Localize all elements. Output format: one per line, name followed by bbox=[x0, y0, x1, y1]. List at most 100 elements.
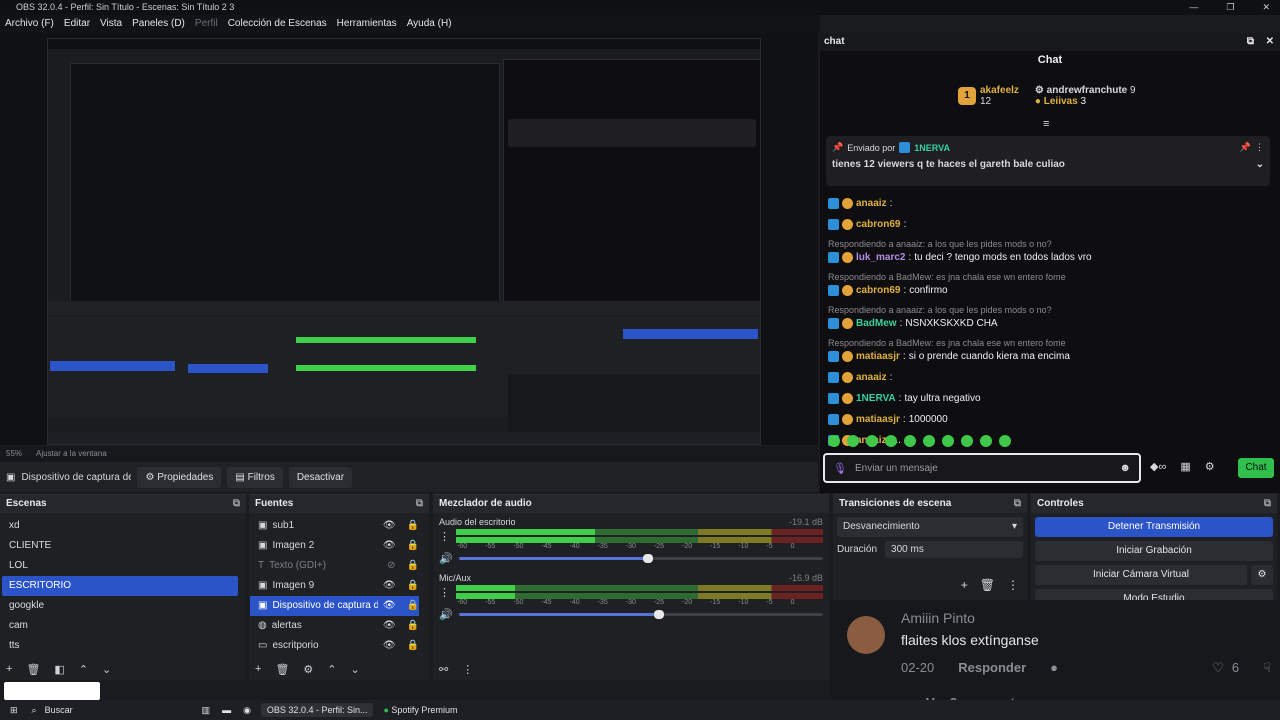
chat-message[interactable]: matiaasjr:1000000 bbox=[828, 412, 1268, 427]
chat-username[interactable]: anaaiz bbox=[856, 196, 887, 211]
chat-message[interactable]: anaaiz: bbox=[828, 370, 1268, 385]
chat-message[interactable]: Respondiendo a anaaiz: a los que les pid… bbox=[828, 238, 1268, 265]
properties-button[interactable]: ⚙ Propiedades bbox=[137, 466, 222, 488]
source-item[interactable]: ◍ alertas 👁 🔒 bbox=[250, 616, 419, 636]
kebab-icon[interactable]: ⋮ bbox=[1255, 142, 1264, 153]
source-item[interactable]: ▣ sub1 👁 🔒 bbox=[250, 516, 419, 536]
scene-item[interactable]: googkle bbox=[2, 596, 238, 616]
menu-docks[interactable]: Paneles (D) bbox=[132, 15, 185, 33]
menu-scene-collection[interactable]: Colección de Escenas bbox=[228, 15, 327, 33]
zoom-level[interactable]: 55% bbox=[6, 446, 22, 462]
chat-message[interactable]: Respondiendo a anaaiz: a los que les pid… bbox=[828, 304, 1268, 331]
chat-message[interactable]: 1NERVA: tay ultra negativo bbox=[828, 391, 1268, 406]
emote-icon[interactable] bbox=[828, 435, 840, 447]
trash-icon[interactable]: 🗑 bbox=[980, 578, 995, 592]
heart-icon[interactable]: ♡ bbox=[1212, 660, 1224, 676]
menu-edit[interactable]: Editar bbox=[64, 15, 90, 33]
minimize-icon[interactable]: — bbox=[1189, 0, 1198, 15]
emote-icon[interactable] bbox=[923, 435, 935, 447]
emote-icon[interactable] bbox=[999, 435, 1011, 447]
emote-icon[interactable] bbox=[866, 435, 878, 447]
popout-icon[interactable]: ⧉ bbox=[416, 495, 423, 513]
source-item[interactable]: T Texto (GDI+) ⊘ 🔒 bbox=[250, 556, 419, 576]
chat-send-button[interactable]: Chat bbox=[1238, 458, 1274, 478]
dislike-icon[interactable]: ☟ bbox=[1263, 660, 1271, 676]
microphone-icon[interactable]: 🎙 bbox=[833, 462, 847, 475]
speaker-icon[interactable]: 🔊 bbox=[439, 608, 453, 621]
popout-icon[interactable]: ⧉ bbox=[1247, 33, 1254, 51]
taskbar-app-spotify[interactable]: ● Spotify Premium bbox=[383, 705, 457, 715]
emote-icon[interactable] bbox=[885, 435, 897, 447]
scene-item[interactable]: xd bbox=[2, 516, 238, 536]
link-icon[interactable]: ⚯ bbox=[439, 663, 448, 676]
scene-item[interactable]: tts bbox=[2, 636, 238, 656]
source-item[interactable]: ▣ Imagen 9 👁 🔒 bbox=[250, 576, 419, 596]
task-view-icon[interactable]: ▥ bbox=[202, 705, 211, 716]
chat-username[interactable]: BadMew bbox=[856, 316, 897, 331]
kebab-icon[interactable]: ⋮ bbox=[462, 663, 473, 676]
taskbar-search[interactable]: ⌕ Buscar bbox=[32, 705, 192, 716]
start-virtual-camera-button[interactable]: Iniciar Cámara Virtual bbox=[1035, 565, 1247, 585]
scene-item[interactable]: cam bbox=[2, 616, 238, 636]
taskbar-app-obs[interactable]: OBS 32.0.4 - Perfil: Sin... bbox=[260, 703, 374, 717]
mini-window-thumbnail[interactable] bbox=[4, 682, 100, 700]
expand-icon[interactable]: ≡ bbox=[1043, 118, 1049, 130]
chat-username[interactable]: cabron69 bbox=[856, 283, 900, 298]
gear-icon[interactable]: ⚙ bbox=[1251, 565, 1273, 585]
close-icon[interactable]: ✕ bbox=[1266, 33, 1274, 51]
move-down-icon[interactable]: ⌄ bbox=[351, 663, 360, 676]
emote-icon[interactable] bbox=[980, 435, 992, 447]
kebab-icon[interactable]: ⋮ bbox=[1007, 578, 1019, 592]
chat-message[interactable]: anaaiz: bbox=[828, 196, 1268, 211]
emote-icon[interactable] bbox=[961, 435, 973, 447]
popout-icon[interactable]: ⧉ bbox=[1014, 495, 1021, 513]
source-item[interactable]: ▣ Imagen 2 👁 🔒 bbox=[250, 536, 419, 556]
chat-message[interactable]: Respondiendo a BadMew: es jna chala ese … bbox=[828, 271, 1268, 298]
comment-author[interactable]: Amiiin Pinto bbox=[901, 610, 975, 626]
move-down-icon[interactable]: ⌄ bbox=[102, 663, 111, 676]
volume-slider[interactable] bbox=[458, 554, 823, 563]
filter-icon[interactable]: ◧ bbox=[54, 663, 64, 676]
scene-item[interactable]: LOL bbox=[2, 556, 238, 576]
lock-icon[interactable]: 🔒 bbox=[407, 596, 419, 616]
stop-stream-button[interactable]: Detener Transmisión bbox=[1035, 517, 1273, 537]
reply-button[interactable]: Responder bbox=[958, 660, 1026, 676]
emote-icon[interactable] bbox=[847, 435, 859, 447]
move-up-icon[interactable]: ⌃ bbox=[79, 663, 88, 676]
lock-icon[interactable]: 🔒 bbox=[407, 636, 419, 656]
fit-window-label[interactable]: Ajustar a la ventana bbox=[36, 446, 107, 462]
gear-icon[interactable]: ⚙ bbox=[303, 663, 313, 676]
eye-icon[interactable]: 👁 bbox=[383, 516, 396, 536]
eye-icon[interactable]: 👁 bbox=[383, 616, 396, 636]
lock-icon[interactable]: 🔒 bbox=[407, 616, 419, 636]
speaker-icon[interactable]: 🔊 bbox=[439, 552, 453, 565]
duration-input[interactable]: 300 ms bbox=[885, 541, 1024, 558]
move-up-icon[interactable]: ⌃ bbox=[327, 663, 336, 676]
add-icon[interactable]: + bbox=[255, 663, 261, 676]
pin-icon[interactable]: 📌 bbox=[1240, 142, 1251, 153]
scene-item-selected[interactable]: ESCRITORIO bbox=[2, 576, 238, 596]
start-recording-button[interactable]: Iniciar Grabación bbox=[1035, 541, 1273, 561]
emote-icon[interactable] bbox=[942, 435, 954, 447]
menu-profile[interactable]: Perfil bbox=[195, 15, 218, 33]
menu-tools[interactable]: Herramientas bbox=[337, 15, 397, 33]
chevron-down-icon[interactable]: ⌄ bbox=[1256, 159, 1264, 170]
store-icon[interactable]: ▦ bbox=[1180, 460, 1190, 473]
gear-icon[interactable]: ⚙ bbox=[1205, 460, 1215, 473]
volume-slider[interactable] bbox=[458, 610, 823, 619]
deactivate-button[interactable]: Desactivar bbox=[288, 466, 353, 488]
studio-mode-button[interactable]: Modo Estudio bbox=[1035, 589, 1273, 600]
close-icon[interactable]: ✕ bbox=[1262, 0, 1270, 15]
chat-username[interactable]: anaaiz bbox=[856, 370, 887, 385]
source-item[interactable]: ▭ escritporio 👁 🔒 bbox=[250, 636, 419, 656]
bits-icon[interactable]: ◆∞ bbox=[1150, 460, 1166, 473]
transition-select[interactable]: Desvanecimiento ▾ bbox=[837, 517, 1023, 537]
lock-icon[interactable]: 🔒 bbox=[407, 576, 419, 596]
eye-off-icon[interactable]: ⊘ bbox=[387, 556, 395, 576]
emote-icon[interactable] bbox=[904, 435, 916, 447]
chrome-icon[interactable]: ◉ bbox=[243, 705, 251, 716]
chat-username[interactable]: 1NERVA bbox=[856, 391, 896, 406]
chat-username[interactable]: cabron69 bbox=[856, 217, 900, 232]
lock-icon[interactable]: 🔒 bbox=[407, 536, 419, 556]
chat-input[interactable]: 🎙 Enviar un mensaje ☻ bbox=[823, 453, 1141, 483]
